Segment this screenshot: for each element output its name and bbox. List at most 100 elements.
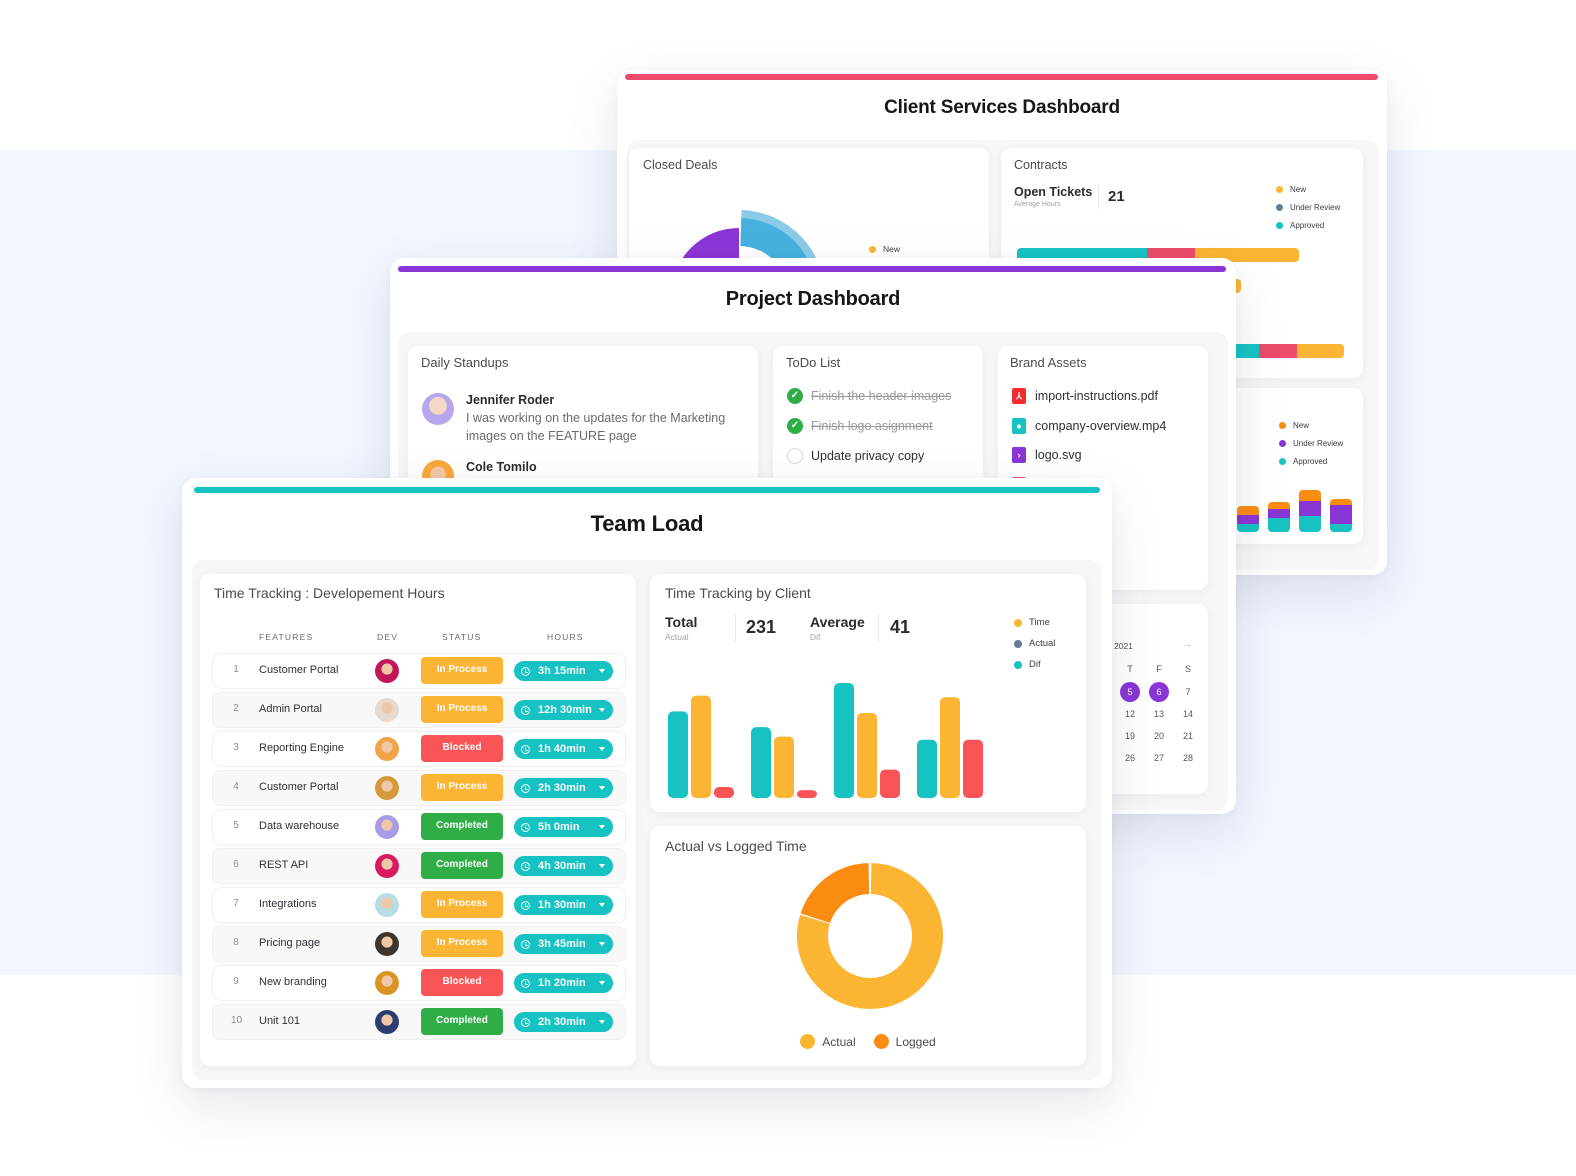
legend-item: Approved	[1279, 452, 1343, 470]
col-header-dev[interactable]: DEV	[377, 632, 398, 642]
dev-avatar[interactable]	[375, 932, 399, 956]
status-badge[interactable]: Completed	[421, 852, 503, 879]
status-badge[interactable]: Blocked	[421, 969, 503, 996]
clock-icon	[521, 783, 530, 793]
table-row[interactable]: 4 Customer Portal In Process 2h 30min	[213, 771, 625, 805]
todo-item[interactable]: ✓ Finish the header images	[787, 388, 951, 404]
hours-dropdown[interactable]: 12h 30min	[514, 700, 613, 720]
status-badge[interactable]: In Process	[421, 930, 503, 957]
calendar-day[interactable]: 5	[1120, 682, 1140, 702]
caret-down-icon	[599, 747, 605, 751]
col-header-hours[interactable]: HOURS	[547, 632, 584, 642]
table-row[interactable]: 2 Admin Portal In Process 12h 30min	[213, 693, 625, 727]
stacked-segment-approved	[1268, 518, 1290, 532]
calendar-next-arrow-icon[interactable]: →	[1182, 639, 1192, 650]
actual-vs-logged-card: Actual vs Logged Time Actual Logged	[650, 826, 1086, 1066]
stacked-legend: New Under Review Approved	[1279, 416, 1343, 470]
status-badge[interactable]: In Process	[421, 657, 503, 684]
hours-dropdown[interactable]: 3h 45min	[514, 934, 613, 954]
calendar-day[interactable]: 27	[1149, 748, 1169, 768]
status-badge[interactable]: In Process	[421, 774, 503, 801]
dev-avatar[interactable]	[375, 1010, 399, 1034]
calendar-day[interactable]: 20	[1149, 726, 1169, 746]
hours-dropdown[interactable]: 1h 20min	[514, 973, 613, 993]
calendar-day[interactable]: 21	[1178, 726, 1198, 746]
calendar-day[interactable]: 12	[1120, 704, 1140, 724]
table-row[interactable]: 1 Customer Portal In Process 3h 15min	[213, 654, 625, 688]
legend-dot	[1276, 221, 1283, 229]
dev-avatar[interactable]	[375, 737, 399, 761]
status-badge[interactable]: In Process	[421, 891, 503, 918]
hours-dropdown[interactable]: 2h 30min	[514, 1012, 613, 1032]
time-by-client-card: Time Tracking by Client Total Actual 231…	[650, 574, 1086, 812]
table-row[interactable]: 5 Data warehouse Completed 5h 0min	[213, 810, 625, 844]
table-row[interactable]: 8 Pricing page In Process 3h 45min	[213, 927, 625, 961]
legend-label: New	[883, 244, 901, 254]
row-number: 2	[233, 703, 239, 714]
legend-item: Logged	[873, 1034, 936, 1049]
actual-vs-logged-legend: Actual Logged	[650, 1034, 1086, 1049]
table-row[interactable]: 6 REST API Completed 4h 30min	[213, 849, 625, 883]
hours-dropdown[interactable]: 2h 30min	[514, 778, 613, 798]
dev-avatar[interactable]	[375, 893, 399, 917]
dev-avatar[interactable]	[375, 971, 399, 995]
hours-value: 2h 30min	[538, 782, 586, 794]
dev-avatar[interactable]	[375, 659, 399, 683]
col-header-status[interactable]: STATUS	[442, 632, 481, 642]
hours-dropdown[interactable]: 1h 40min	[514, 739, 613, 759]
empty-circle-icon[interactable]	[787, 448, 803, 464]
legend-label: Under Review	[1293, 438, 1344, 448]
dev-avatar[interactable]	[375, 854, 399, 878]
asset-name: import-instructions.pdf	[1035, 389, 1158, 403]
standup-name: Cole Tomilo	[466, 460, 537, 474]
hours-value: 1h 20min	[538, 977, 586, 989]
calendar-day[interactable]: 19	[1120, 726, 1140, 746]
status-badge[interactable]: In Process	[421, 696, 503, 723]
dev-avatar[interactable]	[375, 776, 399, 800]
todo-item[interactable]: ✓ Finish logo asignment	[787, 418, 933, 434]
avatar	[422, 393, 454, 425]
daily-standups-title: Daily Standups	[421, 355, 509, 370]
calendar-day[interactable]: 13	[1149, 704, 1169, 724]
hours-dropdown[interactable]: 4h 30min	[514, 856, 613, 876]
dev-avatar[interactable]	[375, 815, 399, 839]
hours-dropdown[interactable]: 1h 30min	[514, 895, 613, 915]
status-badge[interactable]: Completed	[421, 813, 503, 840]
calendar-day[interactable]: 7	[1178, 682, 1198, 702]
todo-title: ToDo List	[786, 355, 841, 370]
open-tickets-value: 21	[1108, 188, 1125, 205]
todo-item[interactable]: Update privacy copy	[787, 448, 924, 464]
table-row[interactable]: 3 Reporting Engine Blocked 1h 40min	[213, 732, 625, 766]
asset-item[interactable]: ⅄ import-instructions.pdf	[1012, 388, 1158, 404]
video-icon: ●	[1012, 417, 1026, 434]
status-badge[interactable]: Completed	[421, 1008, 503, 1035]
stacked-segment-new	[1299, 490, 1321, 501]
col-header-features[interactable]: FEATURES	[259, 632, 313, 642]
caret-down-icon	[599, 786, 605, 790]
check-circle-icon[interactable]: ✓	[787, 418, 803, 434]
stacked-segment-approved	[1299, 516, 1321, 532]
calendar-day[interactable]: 28	[1178, 748, 1198, 768]
status-badge[interactable]: Blocked	[421, 735, 503, 762]
hours-value: 3h 45min	[538, 938, 586, 950]
check-circle-icon[interactable]: ✓	[787, 388, 803, 404]
asset-item[interactable]: › logo.svg	[1012, 447, 1082, 463]
contract-bar-segment	[1259, 344, 1297, 358]
open-tickets-sub: Average Hours	[1014, 201, 1061, 208]
legend-item: New	[1279, 416, 1343, 434]
calendar-day[interactable]: 26	[1120, 748, 1140, 768]
table-row[interactable]: 7 Integrations In Process 1h 30min	[213, 888, 625, 922]
hours-dropdown[interactable]: 5h 0min	[514, 817, 613, 837]
feature-name: Reporting Engine	[259, 742, 345, 754]
hours-dropdown[interactable]: 3h 15min	[514, 661, 613, 681]
dev-avatar[interactable]	[375, 698, 399, 722]
todo-label: Update privacy copy	[811, 449, 925, 463]
clock-icon	[521, 900, 530, 910]
calendar-day[interactable]: 6	[1149, 682, 1169, 702]
calendar-day[interactable]: 14	[1178, 704, 1198, 724]
feature-name: New branding	[259, 976, 327, 988]
table-row[interactable]: 10 Unit 101 Completed 2h 30min	[213, 1005, 625, 1039]
legend-dot	[1279, 457, 1286, 465]
table-row[interactable]: 9 New branding Blocked 1h 20min	[213, 966, 625, 1000]
asset-item[interactable]: ● company-overview.mp4	[1012, 417, 1166, 434]
